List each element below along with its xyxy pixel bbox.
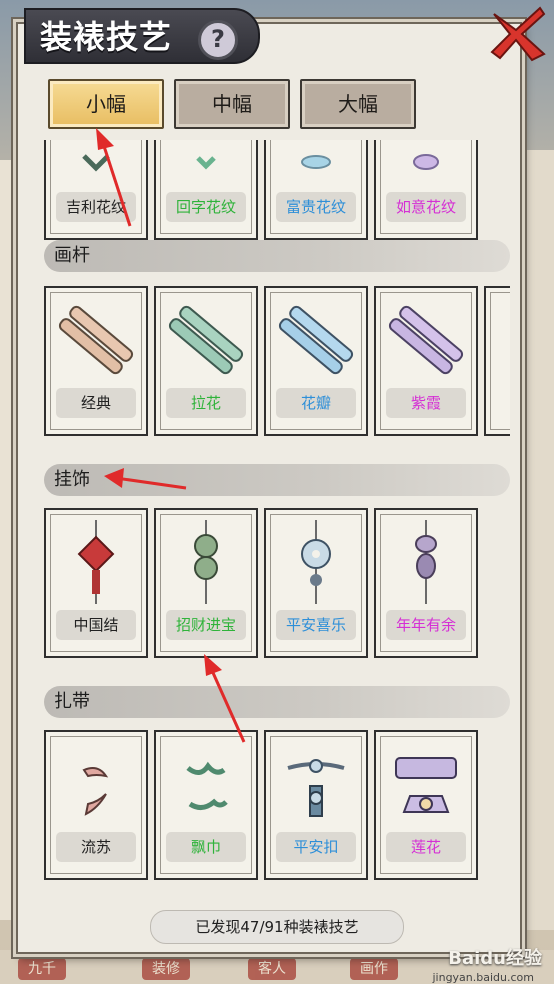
item-label: 飘巾 bbox=[166, 832, 246, 862]
section-title: 挂饰 bbox=[54, 469, 90, 490]
item-card-partial[interactable] bbox=[484, 286, 510, 436]
item-card[interactable]: 如意花纹 bbox=[374, 140, 478, 240]
annotation-arrow-up-2 bbox=[204, 654, 246, 743]
pattern-purple-icon bbox=[413, 154, 439, 170]
item-label: 年年有余 bbox=[386, 610, 466, 640]
item-label: 富贵花纹 bbox=[276, 192, 356, 222]
item-card[interactable]: 中国结 bbox=[44, 508, 148, 658]
nav-item-0[interactable]: 九千 bbox=[18, 958, 66, 980]
item-label: 中国结 bbox=[56, 610, 136, 640]
item-list[interactable]: 吉利花纹 回字花纹 富贵花纹 如意花纹 画杆 经典 拉花 花瓣 紫霞 挂饰 中国… bbox=[38, 140, 510, 900]
item-label: 如意花纹 bbox=[386, 192, 466, 222]
item-label: 经典 bbox=[56, 388, 136, 418]
help-icon[interactable]: ? bbox=[198, 20, 238, 60]
annotation-arrow-up bbox=[96, 128, 132, 227]
jade-disc-pendant-icon bbox=[301, 520, 331, 604]
item-label: 紫霞 bbox=[386, 388, 466, 418]
page-title: 装裱技艺 bbox=[40, 18, 173, 56]
item-label: 拉花 bbox=[166, 388, 246, 418]
tab-large[interactable]: 大幅 bbox=[300, 79, 416, 129]
item-label: 回字花纹 bbox=[166, 192, 246, 222]
ribbon-icon bbox=[186, 761, 228, 810]
close-icon[interactable] bbox=[488, 4, 548, 64]
item-label: 流苏 bbox=[56, 832, 136, 862]
discovered-count: 已发现47/91种装裱技艺 bbox=[150, 910, 404, 944]
item-card[interactable]: 飘巾 bbox=[154, 730, 258, 880]
section-title: 扎带 bbox=[54, 691, 90, 712]
scroll-rod-blue-icon bbox=[278, 305, 354, 375]
watermark-logo: Baidu经验 bbox=[448, 948, 542, 969]
annotation-arrow-left bbox=[104, 468, 187, 490]
item-card[interactable]: 莲花 bbox=[374, 730, 478, 880]
tassel-icon bbox=[82, 767, 109, 816]
nav-item-guests[interactable]: 客人 bbox=[248, 958, 296, 980]
item-label: 平安喜乐 bbox=[276, 610, 356, 640]
item-label: 平安扣 bbox=[276, 832, 356, 862]
item-card[interactable]: 平安扣 bbox=[264, 730, 368, 880]
fish-pendant-icon bbox=[415, 520, 437, 604]
chinese-knot-icon bbox=[77, 520, 115, 604]
item-card[interactable]: 紫霞 bbox=[374, 286, 478, 436]
section-header-ties: 扎带 bbox=[44, 686, 510, 718]
nav-item-paintings[interactable]: 画作 bbox=[350, 958, 398, 980]
scroll-rod-beige-icon bbox=[58, 305, 134, 375]
scroll-rod-green-icon bbox=[168, 305, 244, 375]
item-card[interactable]: 平安喜乐 bbox=[264, 508, 368, 658]
item-label: 花瓣 bbox=[276, 388, 356, 418]
lotus-clasp-icon bbox=[395, 757, 457, 813]
item-card[interactable]: 拉花 bbox=[154, 286, 258, 436]
scroll-rod-purple-icon bbox=[388, 305, 464, 375]
pattern-green-icon bbox=[196, 156, 216, 170]
buckle-icon bbox=[287, 759, 345, 817]
item-card[interactable]: 回字花纹 bbox=[154, 140, 258, 240]
watermark-url: jingyan.baidu.com bbox=[432, 971, 534, 984]
item-label: 莲花 bbox=[386, 832, 466, 862]
item-card[interactable]: 经典 bbox=[44, 286, 148, 436]
tab-medium[interactable]: 中幅 bbox=[174, 79, 290, 129]
item-card[interactable]: 花瓣 bbox=[264, 286, 368, 436]
pattern-blue-icon bbox=[301, 155, 331, 169]
item-card[interactable]: 年年有余 bbox=[374, 508, 478, 658]
nav-item-decor[interactable]: 装修 bbox=[142, 958, 190, 980]
item-card[interactable]: 富贵花纹 bbox=[264, 140, 368, 240]
item-card[interactable]: 流苏 bbox=[44, 730, 148, 880]
item-label: 招财进宝 bbox=[166, 610, 246, 640]
coin-pendant-icon bbox=[194, 520, 218, 604]
section-header-rods: 画杆 bbox=[44, 240, 510, 272]
section-title: 画杆 bbox=[54, 245, 90, 266]
item-card[interactable]: 招财进宝 bbox=[154, 508, 258, 658]
